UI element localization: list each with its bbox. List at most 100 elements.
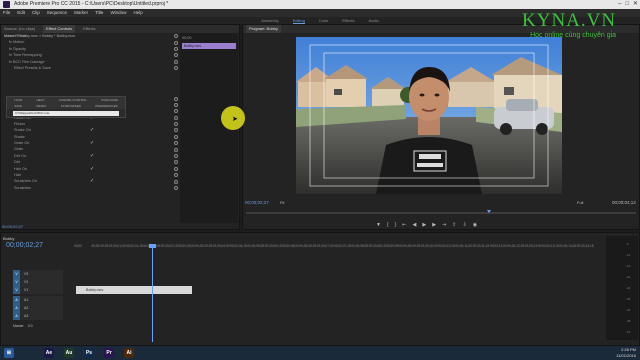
tab-source[interactable]: Source: (no clips) [4, 25, 35, 33]
effect-param-label: Scratches On [14, 179, 38, 184]
reset-parameter-icon[interactable] [174, 134, 178, 139]
step-back-icon[interactable]: ◀ [413, 222, 417, 228]
play-icon[interactable]: ▶ [422, 222, 426, 228]
reset-parameter-icon[interactable] [174, 59, 178, 64]
program-timecode[interactable]: 00;00;02;27 [245, 200, 269, 205]
mark-in-icon[interactable]: { [387, 222, 389, 228]
video-frame-image [296, 37, 562, 194]
taskbar-icon-pr[interactable]: Pr [104, 348, 114, 358]
master-track[interactable]: Master 0.0 [13, 322, 63, 330]
extract-icon[interactable]: ⇩ [462, 222, 466, 228]
track-target-a3[interactable]: A [13, 312, 20, 320]
menu-file[interactable]: File [3, 9, 10, 17]
track-header-v3[interactable]: V V3 [13, 270, 63, 278]
go-to-in-icon[interactable]: ⇤ [402, 222, 406, 228]
reset-parameter-icon[interactable] [174, 179, 178, 184]
reset-parameter-icon[interactable] [174, 141, 178, 146]
ruler-tick-label: 00;00;08;00 [351, 244, 369, 248]
reset-parameter-icon[interactable] [174, 128, 178, 133]
taskbar-icon-ps[interactable]: Ps [84, 348, 94, 358]
effect-param-row[interactable]: Scratches [0, 185, 180, 191]
track-label-a2: A2 [24, 306, 29, 310]
reset-parameter-icon[interactable] [174, 53, 178, 58]
maximize-icon[interactable]: □ [625, 0, 629, 9]
program-video-frame[interactable] [296, 37, 562, 194]
menu-sequence[interactable]: Sequence [47, 9, 67, 17]
track-target-a2[interactable]: A [13, 304, 20, 312]
mark-out-icon[interactable]: } [395, 222, 397, 228]
minimize-icon[interactable]: – [618, 0, 621, 9]
tab-program[interactable]: Program: Bobby [246, 25, 281, 33]
taskbar-icon-ai[interactable]: Ai [124, 348, 134, 358]
track-header-v2[interactable]: V V2 [13, 278, 63, 286]
reset-parameter-icon[interactable] [174, 46, 178, 51]
master-value[interactable]: 0.0 [28, 322, 33, 330]
reset-parameter-icon[interactable] [174, 34, 178, 39]
preset-preferences-button[interactable]: PREFERENCES [95, 103, 118, 109]
program-scrubber[interactable] [246, 210, 636, 215]
reset-parameter-icon[interactable] [174, 102, 178, 107]
reset-parameter-icon[interactable] [174, 186, 178, 190]
preset-name-input[interactable]: CT:Mapped\Cult BCC Lite [13, 111, 119, 116]
menu-clip[interactable]: Clip [32, 9, 40, 17]
meter-scale-label: -18 [626, 264, 631, 268]
reset-parameter-icon[interactable] [174, 147, 178, 152]
workspace-assembly[interactable]: Assembly [261, 17, 278, 24]
ruler-tick-label: 00;00;09;15 [403, 244, 421, 248]
preset-save-button[interactable]: SAVE [14, 103, 22, 109]
zoom-fit-select[interactable]: Fit [280, 200, 284, 205]
workspace-effects[interactable]: Effects [342, 17, 354, 24]
workspace-audio[interactable]: Audio [369, 17, 379, 24]
track-target-v2[interactable]: V [13, 278, 20, 286]
add-marker-icon[interactable]: ▼ [376, 222, 381, 228]
reset-parameter-icon[interactable] [174, 40, 178, 45]
go-to-out-icon[interactable]: ⇥ [442, 222, 446, 228]
start-button-icon[interactable]: ⊞ [4, 348, 14, 358]
effect-controls-timecode[interactable]: 00;00;02;27 [2, 224, 23, 229]
reset-parameter-icon[interactable] [174, 96, 178, 101]
track-header-a3[interactable]: A A3 [13, 312, 63, 320]
menu-title[interactable]: Title [95, 9, 103, 17]
timeline-tab[interactable]: Bobby [3, 236, 14, 241]
taskbar-clock[interactable]: 2:28 PM 11/01/2016 [616, 347, 636, 359]
preset-fx-browser-button[interactable]: FX BROWSER [61, 103, 81, 109]
reset-parameter-icon[interactable] [174, 173, 178, 178]
track-header-a1[interactable]: A A1 [13, 296, 63, 304]
reset-parameter-icon[interactable] [174, 160, 178, 165]
close-icon[interactable]: ✕ [633, 0, 638, 9]
taskbar-icon-au[interactable]: Au [64, 348, 74, 358]
track-header-a2[interactable]: A A2 [13, 304, 63, 312]
timeline-clip[interactable]: Bobby.mov [76, 286, 192, 294]
reset-parameter-icon[interactable] [174, 154, 178, 159]
menu-window[interactable]: Window [110, 9, 126, 17]
export-frame-icon[interactable]: ◉ [473, 222, 477, 228]
ruler-tick-label: 00;00;12;00 [490, 244, 507, 248]
reset-parameter-icon[interactable] [174, 122, 178, 127]
track-target-v1[interactable]: V [13, 286, 20, 294]
reset-parameter-icon[interactable] [174, 66, 178, 71]
tab-effects[interactable]: Effects [83, 25, 95, 33]
effect-ruler-time: 00;00 [182, 36, 192, 40]
effect-param-row[interactable]: Effect Presets & Save [0, 65, 180, 71]
workspace-editing[interactable]: Editing [292, 17, 305, 24]
effect-clip-bar[interactable]: Bobby.mov [182, 43, 236, 49]
resolution-select[interactable]: Full [577, 200, 583, 205]
preset-reset-button[interactable]: RESET [36, 103, 46, 109]
taskbar-icon-ae[interactable]: Ae [44, 348, 54, 358]
menu-marker[interactable]: Marker [74, 9, 88, 17]
reset-parameter-icon[interactable] [174, 109, 178, 114]
reset-parameter-icon[interactable] [174, 115, 178, 120]
tab-effect-controls[interactable]: Effect Controls [43, 25, 76, 33]
timeline-timecode[interactable]: 00;00;02;27 [6, 242, 43, 249]
timeline-playhead[interactable] [152, 244, 153, 342]
workspace-color[interactable]: Color [319, 17, 329, 24]
track-target-v3[interactable]: V [13, 270, 20, 278]
lift-icon[interactable]: ⇧ [452, 222, 456, 228]
track-target-a1[interactable]: A [13, 296, 20, 304]
track-header-v1[interactable]: V V1 [13, 286, 63, 294]
menu-help[interactable]: Help [133, 9, 142, 17]
menu-edit[interactable]: Edit [17, 9, 25, 17]
step-forward-icon[interactable]: ▶ [432, 222, 436, 228]
ruler-tick-label: 00;00;07;15 [334, 244, 351, 248]
reset-parameter-icon[interactable] [174, 166, 178, 171]
